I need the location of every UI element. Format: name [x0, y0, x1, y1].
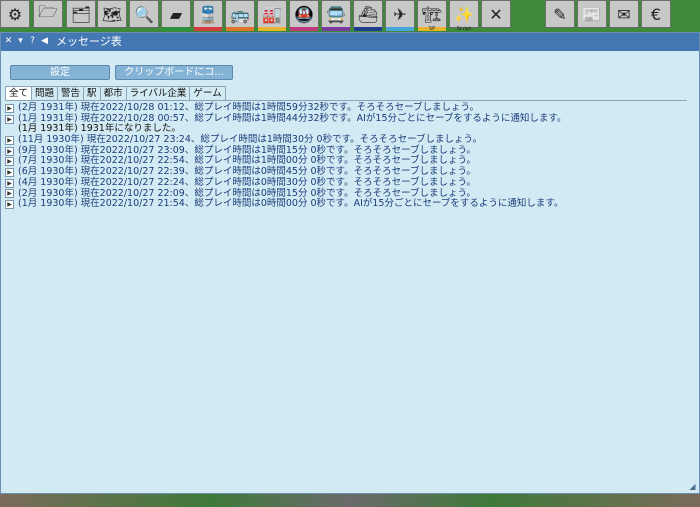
message-list: ▶ (2月 1931年) 現在2022/10/28 01:12、総プレイ時間は1時… [5, 102, 685, 210]
train-icon: 🚆 [198, 4, 218, 24]
gear-icon: ⚙ [7, 4, 23, 24]
toolbar-color-strip [162, 27, 190, 31]
help-icon[interactable]: ? [27, 36, 38, 47]
toolbar-color-strip [322, 27, 350, 31]
airplane-icon: ✈ [393, 4, 407, 24]
toolbar-color-strip [194, 27, 222, 31]
scrollbar[interactable] [687, 51, 698, 485]
toolbar-color-strip [258, 27, 286, 31]
folder-upload-icon: 🗂 [70, 4, 92, 24]
zoom-button[interactable]: 🔍 [129, 0, 159, 28]
close-x-icon: ✕ [489, 4, 503, 24]
bus-list-button[interactable]: 🚍 [321, 0, 351, 31]
crane-button[interactable]: 🏗 SP [417, 0, 447, 32]
expand-arrow-icon[interactable]: ▶ [5, 135, 14, 145]
message-row[interactable]: ▶ (1月 1930年) 現在2022/10/27 21:54、総プレイ時間は0時… [5, 198, 685, 210]
window-title: メッセージ表 [56, 35, 122, 48]
tab-rival-companies[interactable]: ライバル企業 [125, 86, 191, 101]
mail-button[interactable]: ✉ [609, 0, 639, 28]
tab-warnings[interactable]: 警告 [57, 86, 85, 101]
train-button[interactable]: 🚆 [193, 0, 223, 31]
ship-icon: ⛴ [357, 4, 379, 24]
train-list-icon: 🚇 [294, 4, 314, 24]
tab-stations[interactable]: 駅 [83, 86, 101, 101]
tab-divider [5, 100, 695, 101]
gear-button[interactable]: ⚙ [0, 0, 30, 28]
tab-all[interactable]: 全て [5, 86, 33, 101]
close-icon[interactable]: ✕ [3, 36, 14, 47]
airplane-button[interactable]: ✈ [385, 0, 415, 31]
toolbar-sublabel: Script [456, 26, 472, 32]
window-titlebar[interactable]: ✕ ▾ ? ◀ メッセージ表 [1, 33, 699, 51]
message-history-window: ✕ ▾ ? ◀ メッセージ表 設定 クリップボードにコ... 全て 問題 警告 … [0, 32, 700, 494]
expand-arrow-icon[interactable]: ▶ [5, 157, 14, 167]
settings-button[interactable]: 設定 [10, 65, 110, 80]
expand-arrow-icon[interactable]: ▶ [5, 103, 14, 113]
message-row[interactable]: ▶ (4月 1930年) 現在2022/10/27 22:24、総プレイ時間は0時… [5, 176, 685, 189]
expand-arrow-icon[interactable]: ▶ [5, 146, 14, 156]
message-text: (1月 1930年) 現在2022/10/27 21:54、総プレイ時間は0時間… [18, 198, 564, 210]
toolbar-color-strip [226, 27, 254, 31]
euro-finance-icon: € [650, 4, 662, 24]
toolbar-color-strip [386, 27, 414, 31]
industry-icon: 🏭 [262, 4, 282, 24]
tab-cities[interactable]: 都市 [99, 86, 127, 101]
landscape-tool-button[interactable]: ✎ [545, 0, 575, 28]
euro-finance-button[interactable]: € [641, 0, 671, 28]
toolbar-color-strip [354, 27, 382, 31]
expand-arrow-icon[interactable]: ▶ [5, 189, 14, 199]
world-map-icon: 🗺 [101, 4, 123, 24]
crane-icon: 🏗 [421, 4, 443, 24]
train-list-button[interactable]: 🚇 [289, 0, 319, 31]
sound-icon[interactable]: ◀ [39, 36, 50, 47]
expand-arrow-icon[interactable]: ▶ [5, 200, 14, 210]
toolbar-sublabel: SP [428, 26, 436, 32]
terraform-icon: ▰ [169, 4, 183, 24]
script-magic-button[interactable]: ✨ Script [449, 0, 479, 32]
world-map-button[interactable]: 🗺 [97, 0, 127, 28]
toolbar-color-strip [290, 27, 318, 31]
folder-download-icon: 🗁 [38, 1, 58, 21]
ship-button[interactable]: ⛴ [353, 0, 383, 31]
folder-download-button[interactable]: 🗁 [33, 0, 63, 28]
terraform-button[interactable]: ▰ [161, 0, 191, 31]
main-toolbar: ⚙ 🗁 🗂 🗺 🔍 ▰ 🚆 🚌 🏭 🚇 🚍 ⛴ ✈ 🏗 SP ✨ Script ✕ ✎ 📰 ✉ € [0, 0, 700, 32]
zoom-icon: 🔍 [134, 4, 154, 24]
road-vehicle-button[interactable]: 🚌 [225, 0, 255, 31]
road-vehicle-icon: 🚌 [230, 4, 250, 24]
mail-icon: ✉ [617, 4, 631, 24]
folder-upload-button[interactable]: 🗂 [66, 0, 96, 28]
industry-button[interactable]: 🏭 [257, 0, 287, 31]
tab-problems[interactable]: 問題 [31, 86, 59, 101]
resize-handle-icon[interactable]: ◢ [688, 482, 697, 491]
bus-list-icon: 🚍 [326, 4, 346, 24]
script-magic-icon: ✨ [454, 4, 474, 24]
news-button[interactable]: 📰 [577, 0, 607, 28]
news-icon: 📰 [582, 4, 602, 24]
expand-arrow-icon[interactable]: ▶ [5, 167, 14, 177]
tab-game[interactable]: ゲーム [189, 86, 226, 101]
expand-arrow-icon[interactable]: ▶ [5, 114, 14, 124]
collapse-icon[interactable]: ▾ [15, 36, 26, 47]
expand-arrow-icon[interactable]: ▶ [5, 178, 14, 188]
message-text: (4月 1930年) 現在2022/10/27 22:24、総プレイ時間は0時間… [18, 176, 476, 188]
copy-to-clipboard-button[interactable]: クリップボードにコ... [115, 65, 233, 80]
message-filter-tabs: 全て 問題 警告 駅 都市 ライバル企業 ゲーム [5, 86, 226, 101]
close-x-button[interactable]: ✕ [481, 0, 511, 28]
landscape-tool-icon: ✎ [553, 4, 567, 24]
game-map-background [0, 494, 700, 507]
